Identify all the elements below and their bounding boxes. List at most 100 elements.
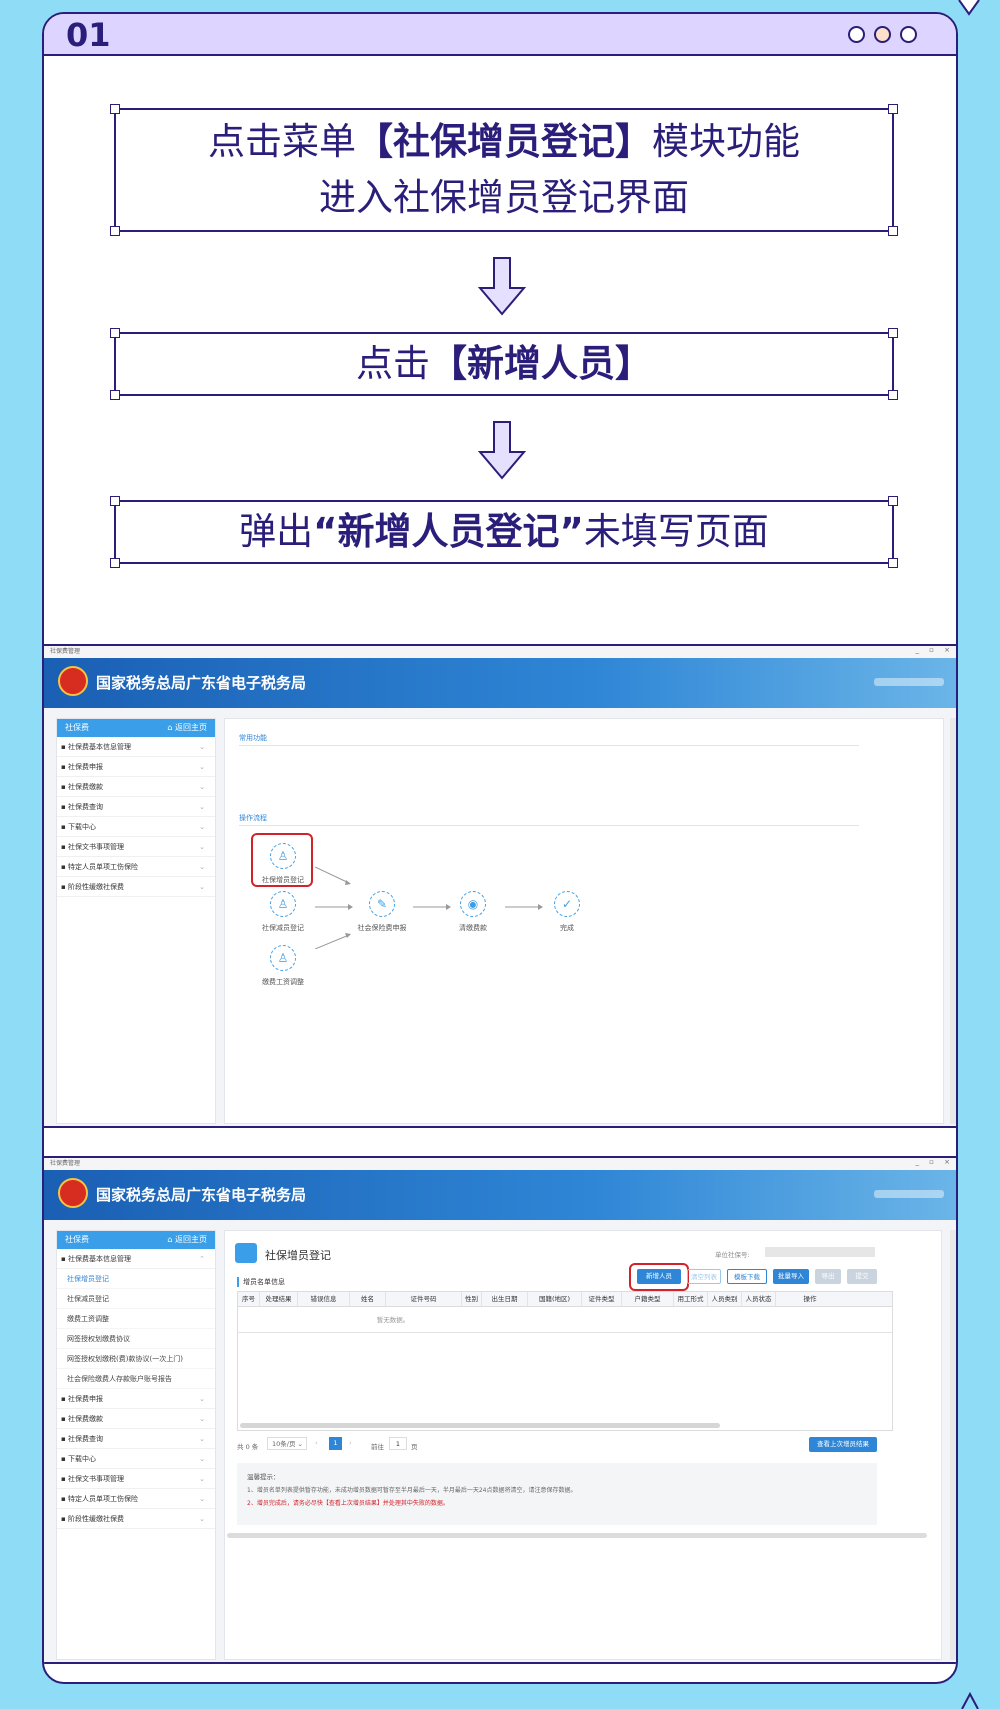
total-count: 共 0 条 bbox=[237, 1443, 259, 1451]
goto-page-input[interactable]: 1 bbox=[389, 1437, 407, 1450]
flow-node-wage-adjust[interactable]: ♙ 缴费工资调整 bbox=[253, 945, 313, 987]
arrow-down-icon bbox=[477, 257, 527, 316]
sidebar-item[interactable]: ▪ 社保费缴款 ⌄ bbox=[57, 1409, 215, 1429]
wage-icon: ♙ bbox=[270, 945, 296, 971]
sidebar-item[interactable]: ▪ 下载中心 ⌄ bbox=[57, 817, 215, 837]
window-controls[interactable]: _ ▫ × bbox=[915, 1158, 954, 1166]
instruction-line: 点击【新增人员】 bbox=[356, 342, 652, 385]
window-controls[interactable]: _ ▫ × bbox=[915, 646, 954, 654]
view-last-result-button[interactable]: 查看上次增员结果 bbox=[809, 1437, 877, 1452]
column-header: 证件类型 bbox=[582, 1292, 622, 1306]
step-card: 01 点击菜单【社保增员登记】模块功能 进入社保增员登记界面 点击【新增人员】 … bbox=[42, 12, 958, 1684]
sidebar-subitem[interactable]: 网签授权划缴税(费)款协议(一次上门) bbox=[57, 1349, 215, 1369]
template-download-button[interactable]: 模板下载 bbox=[727, 1269, 767, 1284]
tip-2: 2、增员完成后，请务必尽快【查看上次增员结果】并处理其中失败的数据。 bbox=[247, 1500, 449, 1507]
clear-list-button[interactable]: 清空列表 bbox=[687, 1269, 721, 1284]
sidebar-subitem[interactable]: 缴费工资调整 bbox=[57, 1309, 215, 1329]
window-dot-icon bbox=[848, 26, 865, 43]
unit-social-id-value bbox=[765, 1247, 875, 1257]
instruction-line: 进入社保增员登记界面 bbox=[319, 176, 689, 219]
home-link[interactable]: ⌂ 返回主页 bbox=[167, 719, 207, 737]
unit-social-id-label: 单位社保号: bbox=[715, 1251, 750, 1259]
sidebar-item[interactable]: ▪ 社保费基本信息管理 ⌄ bbox=[57, 737, 215, 757]
instruction-line: 弹出“新增人员登记”未填写页面 bbox=[239, 510, 769, 553]
add-person-button[interactable]: 新增人员 bbox=[637, 1269, 681, 1284]
main-panel: 社保增员登记 单位社保号: 增员名单信息 新增人员 清空列表 模板下载 批量导入… bbox=[224, 1230, 942, 1660]
column-header: 序号 bbox=[238, 1292, 260, 1306]
sidebar-header: 社保费 ⌂ 返回主页 bbox=[57, 1231, 215, 1249]
screenshot-window-1: 社保费管理 _ ▫ × 国家税务总局广东省电子税务局 社保费 ⌂ 返回主页 ▪ 社… bbox=[44, 644, 956, 1128]
batch-import-button[interactable]: 批量导入 bbox=[773, 1269, 809, 1284]
column-header: 户籍类型 bbox=[622, 1292, 674, 1306]
sidebar-item[interactable]: ▪ 社保费缴款 ⌄ bbox=[57, 777, 215, 797]
instruction-box-3: 弹出“新增人员登记”未填写页面 bbox=[110, 496, 898, 568]
next-page-button[interactable]: › bbox=[349, 1439, 352, 1447]
member-table: 序号 处理结果 错误信息 姓名 证件号码 性别 出生日期 国籍(地区) 证件类型… bbox=[237, 1291, 893, 1431]
user-info[interactable] bbox=[874, 1190, 944, 1198]
sidebar-item[interactable]: ▪ 社保费查询 ⌄ bbox=[57, 1429, 215, 1449]
sparkle-icon bbox=[961, 1691, 979, 1709]
tips-box: 温馨提示： 1、增员名单列表提供暂存功能，未成功增员数据可暂存至半月最后一天，半… bbox=[237, 1463, 877, 1525]
sidebar-header: 社保费 ⌂ 返回主页 bbox=[57, 719, 215, 737]
sparkle-icon bbox=[958, 0, 980, 16]
horizontal-scrollbar[interactable] bbox=[227, 1533, 927, 1538]
list-title: 增员名单信息 bbox=[237, 1277, 285, 1287]
tips-title: 温馨提示： bbox=[247, 1473, 280, 1481]
vertical-scrollbar[interactable] bbox=[950, 1230, 956, 1660]
page-title: 社保增员登记 bbox=[265, 1249, 331, 1262]
export-button[interactable]: 导出 bbox=[815, 1269, 841, 1284]
sidebar-subitem-add-member[interactable]: 社保增员登记 bbox=[57, 1269, 215, 1289]
card-header: 01 bbox=[44, 14, 956, 56]
sidebar-item[interactable]: ▪ 社保费申报 ⌄ bbox=[57, 1389, 215, 1409]
goto-label: 前往 bbox=[371, 1443, 384, 1451]
column-header: 处理结果 bbox=[260, 1292, 298, 1306]
sidebar-item[interactable]: ▪ 社保文书事项管理 ⌄ bbox=[57, 837, 215, 857]
window-dot-icon bbox=[874, 26, 891, 43]
sidebar-subitem[interactable]: 社会保险缴费人存款账户账号报告 bbox=[57, 1369, 215, 1389]
vertical-scrollbar[interactable] bbox=[950, 718, 956, 1124]
horizontal-scrollbar[interactable] bbox=[240, 1423, 720, 1428]
sidebar-group[interactable]: ▪ 社保费基本信息管理 ⌃ bbox=[57, 1249, 215, 1269]
submit-button[interactable]: 提交 bbox=[847, 1269, 877, 1284]
flow-node-add-member[interactable]: ♙ 社保增员登记 bbox=[253, 843, 313, 885]
sidebar-subitem[interactable]: 社保减员登记 bbox=[57, 1289, 215, 1309]
empty-state: 暂无数据。 bbox=[376, 1316, 410, 1324]
page-unit: 页 bbox=[411, 1443, 418, 1451]
column-header: 人员类别 bbox=[708, 1292, 742, 1306]
page-size-select[interactable]: 10条/页 ⌄ bbox=[267, 1437, 307, 1450]
site-banner: 国家税务总局广东省电子税务局 bbox=[44, 1170, 956, 1220]
sidebar: 社保费 ⌂ 返回主页 ▪ 社保费基本信息管理 ⌄ ▪ 社保费申报 ⌄ ▪ 社保费缴款 ⌄… bbox=[56, 718, 216, 1124]
column-header: 姓名 bbox=[350, 1292, 386, 1306]
sidebar: 社保费 ⌂ 返回主页 ▪ 社保费基本信息管理 ⌃ 社保增员登记 社保减员登记 缴费工… bbox=[56, 1230, 216, 1660]
column-header: 国籍(地区) bbox=[528, 1292, 582, 1306]
flow-arrows bbox=[315, 866, 543, 949]
window-dot-icon bbox=[900, 26, 917, 43]
sidebar-item[interactable]: ▪ 社保文书事项管理 ⌄ bbox=[57, 1469, 215, 1489]
user-add-icon: ♙ bbox=[270, 843, 296, 869]
sidebar-item[interactable]: ▪ 社保费申报 ⌄ bbox=[57, 757, 215, 777]
column-header: 错误信息 bbox=[298, 1292, 350, 1306]
sidebar-item[interactable]: ▪ 阶段性缓缴社保费 ⌄ bbox=[57, 877, 215, 897]
current-page[interactable]: 1 bbox=[329, 1437, 342, 1450]
site-banner: 国家税务总局广东省电子税务局 bbox=[44, 658, 956, 708]
column-header: 用工形式 bbox=[674, 1292, 708, 1306]
section-common-functions: 常用功能 bbox=[239, 734, 267, 742]
instruction-box-1: 点击菜单【社保增员登记】模块功能 进入社保增员登记界面 bbox=[110, 104, 898, 236]
sidebar-item[interactable]: ▪ 特定人员单项工伤保险 ⌄ bbox=[57, 857, 215, 877]
instruction-box-2: 点击【新增人员】 bbox=[110, 328, 898, 400]
sidebar-item[interactable]: ▪ 社保费查询 ⌄ bbox=[57, 797, 215, 817]
flow-node-reduce-member[interactable]: ♙ 社保减员登记 bbox=[253, 891, 313, 933]
site-title: 国家税务总局广东省电子税务局 bbox=[96, 1186, 307, 1204]
window-titlebar: 社保费管理 bbox=[44, 646, 956, 658]
user-info[interactable] bbox=[874, 678, 944, 686]
column-header: 人员状态 bbox=[742, 1292, 776, 1306]
prev-page-button[interactable]: ‹ bbox=[315, 1439, 318, 1447]
sidebar-subitem[interactable]: 网签授权划缴费协议 bbox=[57, 1329, 215, 1349]
sidebar-item[interactable]: ▪ 特定人员单项工伤保险 ⌄ bbox=[57, 1489, 215, 1509]
tax-emblem-icon bbox=[58, 1178, 88, 1208]
sidebar-item[interactable]: ▪ 下载中心 ⌄ bbox=[57, 1449, 215, 1469]
home-link[interactable]: ⌂ 返回主页 bbox=[167, 1231, 207, 1249]
tax-emblem-icon bbox=[58, 666, 88, 696]
sidebar-item[interactable]: ▪ 阶段性缓缴社保费 ⌄ bbox=[57, 1509, 215, 1529]
screenshot-window-2: 社保费管理 _ ▫ × 国家税务总局广东省电子税务局 社保费 ⌂ 返回主页 ▪ 社… bbox=[44, 1156, 956, 1664]
